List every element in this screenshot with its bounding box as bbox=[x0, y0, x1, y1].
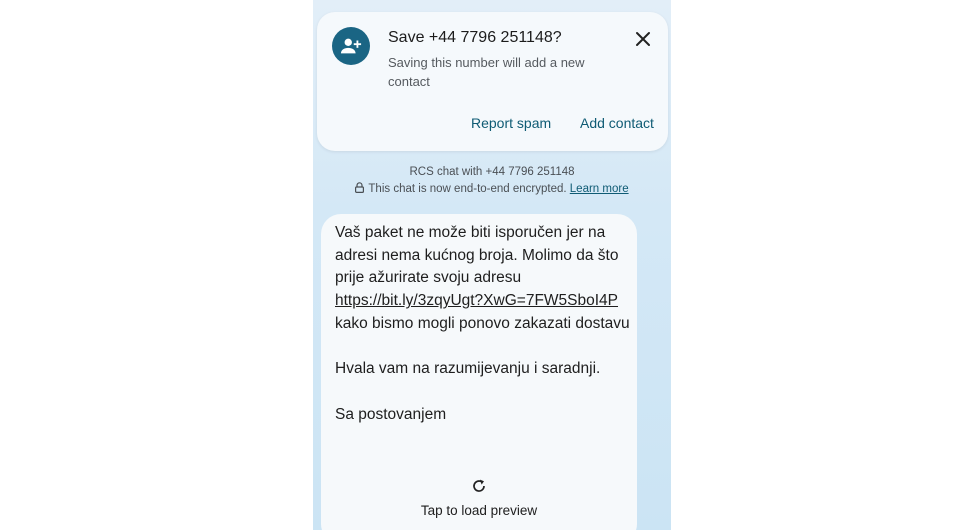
add-contact-button[interactable]: Add contact bbox=[580, 115, 654, 131]
message-paragraph-3: Sa postovanjem bbox=[335, 405, 447, 423]
learn-more-link[interactable]: Learn more bbox=[570, 183, 629, 195]
chat-screen: Save +44 7796 251148? Saving this number… bbox=[313, 0, 671, 530]
save-contact-card: Save +44 7796 251148? Saving this number… bbox=[317, 12, 668, 151]
encryption-notice: This chat is now end-to-end encrypted. L… bbox=[313, 182, 671, 195]
close-button[interactable] bbox=[632, 28, 654, 50]
lock-icon bbox=[355, 182, 365, 193]
message-link[interactable]: https://bit.ly/3zqyUgt?XwG=7FW5SboI4P bbox=[335, 292, 618, 309]
close-icon bbox=[636, 32, 650, 46]
save-contact-subtitle: Saving this number will add a new contac… bbox=[388, 55, 585, 89]
load-preview-label: Tap to load preview bbox=[420, 503, 538, 518]
message-paragraph-1-end: kako bismo mogli ponovo zakazati dostavu bbox=[335, 314, 630, 332]
rcs-chat-info: RCS chat with +44 7796 251148 bbox=[409, 166, 575, 178]
refresh-icon bbox=[473, 479, 485, 492]
encryption-text: This chat is now end-to-end encrypted. bbox=[368, 183, 567, 195]
message-bubble[interactable]: Vaš paket ne može biti isporučen jer na … bbox=[321, 214, 637, 530]
report-spam-button[interactable]: Report spam bbox=[471, 115, 551, 131]
message-paragraph-2: Hvala vam na razumijevanju i saradnji. bbox=[335, 360, 601, 378]
add-person-icon bbox=[332, 27, 370, 65]
message-paragraph-1: Vaš paket ne može biti isporučen jer na … bbox=[335, 224, 619, 287]
message-body: Vaš paket ne može biti isporučen jer na … bbox=[335, 222, 635, 426]
load-preview-button[interactable]: Tap to load preview bbox=[321, 478, 637, 518]
save-contact-title: Save +44 7796 251148? bbox=[388, 29, 562, 46]
